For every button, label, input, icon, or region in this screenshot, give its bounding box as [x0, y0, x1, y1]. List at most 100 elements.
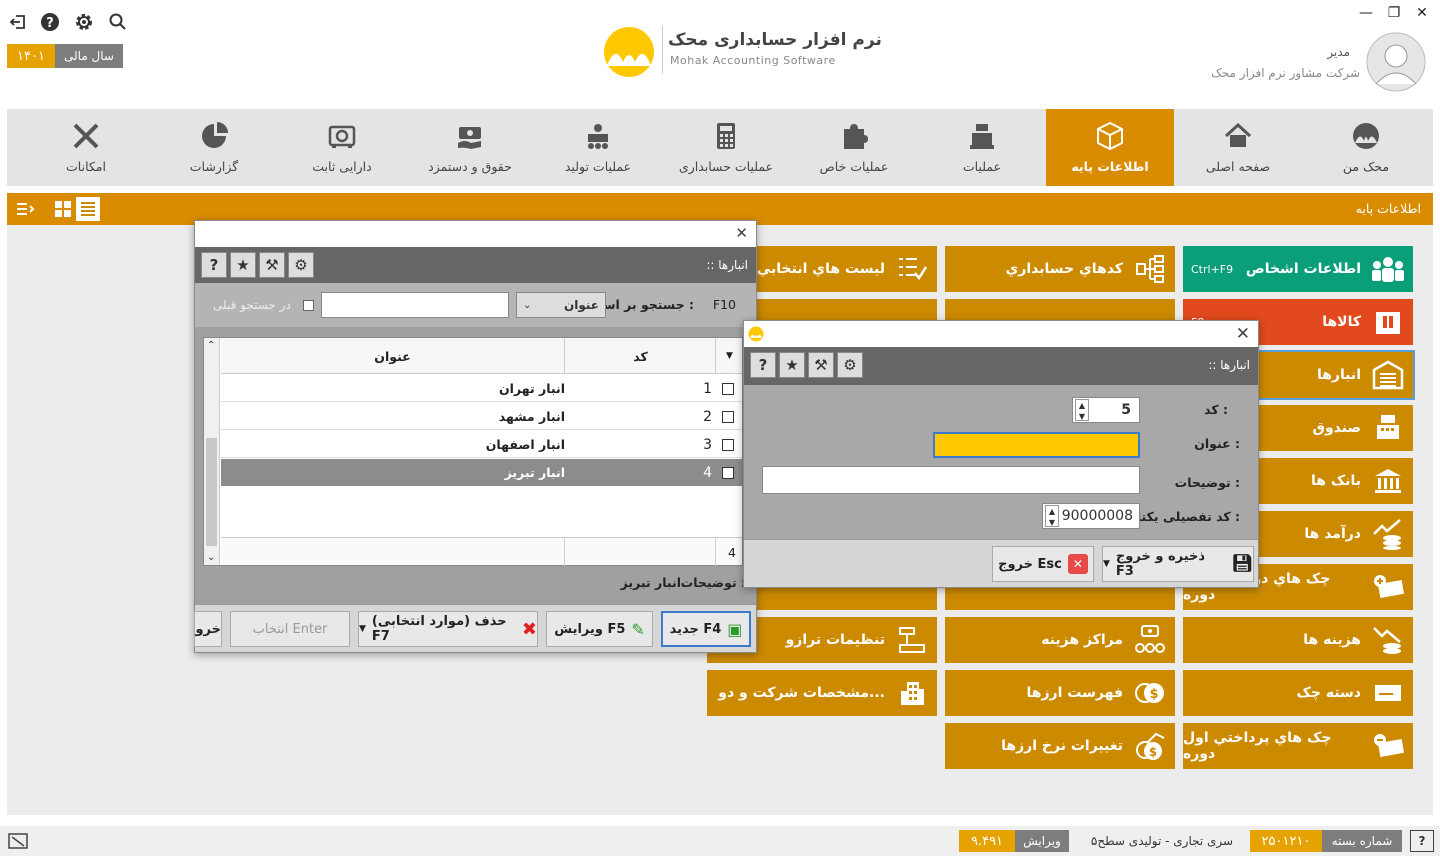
detail-code-stepper[interactable]: 90000008 ▲ ▼ [1042, 503, 1140, 529]
tile-accounting-codes[interactable]: کدهاي حسابداري [945, 246, 1175, 292]
stepper-arrows-icon[interactable]: ▲ ▼ [1045, 505, 1059, 527]
menu-base-info[interactable]: اطلاعات پایه [1046, 109, 1174, 186]
cashbox-icon [1371, 411, 1405, 445]
svg-text:$: $ [1149, 745, 1157, 759]
tile-expenses[interactable]: هزينه ها [1183, 617, 1413, 663]
menu-reports[interactable]: گزارشات [150, 109, 278, 186]
fiscal-year-box[interactable]: ۱۴۰۱ سال مالی [7, 44, 123, 68]
settings-gear-icon[interactable]: ⚙ [288, 252, 314, 278]
grid-header: عنوان کد ▼ [221, 338, 742, 374]
tools-icon[interactable]: ⚒ [259, 252, 285, 278]
delete-label: حذف (موارد انتخابی) F7 [371, 614, 507, 644]
minimize-window-button[interactable]: — [1356, 5, 1376, 21]
avatar[interactable] [1366, 32, 1426, 92]
list-view-icon[interactable] [76, 197, 100, 221]
settings-gear-icon[interactable]: ⚙ [837, 352, 863, 378]
menu-production-operations[interactable]: عملیات تولید [534, 109, 662, 186]
title-input[interactable] [933, 432, 1140, 458]
delete-button[interactable]: ▼ حذف (موارد انتخابی) F7 ✖ [358, 611, 538, 647]
row-checkbox[interactable] [722, 411, 734, 423]
menu-operations[interactable]: عملیات [918, 109, 1046, 186]
section-title: اطلاعات پایه [1355, 201, 1421, 216]
search-field-select[interactable]: ⌄ عنوان [516, 292, 606, 318]
save-exit-button[interactable]: ▼ ذخیره و خروج F3 💾︎ [1102, 546, 1254, 582]
help-icon[interactable]: ? [201, 252, 227, 278]
tile-label: صندوق [1312, 420, 1361, 436]
tile-chequebook[interactable]: دسته چک [1183, 670, 1413, 716]
search-icon[interactable] [106, 10, 130, 34]
tile-company-info[interactable]: مشخصات شرکت و دو... [707, 670, 937, 716]
table-row[interactable]: انبار اصفهان 3 [221, 431, 742, 458]
description-label: توضیحات : [1174, 475, 1240, 490]
exit-button[interactable]: خروج Esc ✕ [992, 546, 1094, 582]
status-toggle-icon[interactable] [6, 830, 30, 852]
description-input[interactable] [762, 466, 1140, 494]
code-stepper[interactable]: 5 ▲ ▼ [1072, 397, 1140, 423]
user-name: مدیر [1327, 45, 1350, 59]
help-icon[interactable]: ? [38, 10, 62, 34]
col-code-header[interactable]: کد [566, 338, 716, 374]
scroll-down-icon[interactable]: ⌄ [207, 552, 215, 563]
menu-tools[interactable]: امکانات [22, 109, 150, 186]
cash-register-icon [970, 124, 994, 149]
table-row[interactable]: انبار تهران 1 [221, 375, 742, 402]
row-checkbox[interactable] [722, 383, 734, 395]
tile-paid-cheques[interactable]: چک هاي پرداختي اول دوره [1183, 723, 1413, 769]
bank-icon [1371, 464, 1405, 498]
layout-toggle-icon[interactable] [13, 197, 37, 221]
row-checkbox[interactable] [722, 467, 734, 479]
new-button[interactable]: جدید F4 ▣ [661, 611, 751, 647]
menu-home[interactable]: صفحه اصلی [1174, 109, 1302, 186]
star-icon[interactable]: ★ [230, 252, 256, 278]
menu-label: دارایی ثابت [312, 159, 372, 174]
table-row[interactable]: انبار مشهد 2 [221, 403, 742, 430]
help-icon[interactable]: ? [1410, 830, 1434, 852]
tile-cost-centers[interactable]: مراکز هزینه [945, 617, 1175, 663]
close-window-button[interactable]: ✕ [1412, 5, 1432, 21]
building-icon [895, 676, 929, 710]
search-in-results-checkbox[interactable] [303, 300, 314, 311]
row-checkbox[interactable] [722, 439, 734, 451]
close-icon[interactable]: ✕ [735, 224, 748, 242]
grid-view-icon[interactable] [51, 197, 75, 221]
tools-icon[interactable]: ⚒ [808, 352, 834, 378]
stepper-arrows-icon[interactable]: ▲ ▼ [1075, 399, 1089, 421]
col-title-header[interactable]: عنوان [221, 338, 565, 374]
tile-label: کالاها [1322, 314, 1361, 330]
exit-button[interactable]: خروج [194, 611, 222, 647]
search-input[interactable] [321, 292, 509, 318]
scroll-up-icon[interactable]: ⌃ [207, 340, 215, 351]
menu-special-operations[interactable]: عملیات خاص [790, 109, 918, 186]
checklist-icon [895, 252, 929, 286]
tile-label: ليست هاي انتخابي [756, 261, 885, 277]
close-icon[interactable]: ✕ [1236, 324, 1250, 344]
restore-window-button[interactable]: ❐ [1384, 5, 1404, 21]
tile-label: مراکز هزینه [1041, 632, 1123, 648]
cost-center-icon [1133, 623, 1167, 657]
logout-icon[interactable] [6, 10, 30, 34]
menu-payroll[interactable]: حقوق و دستمزد [406, 109, 534, 186]
cell-title: انبار تهران [499, 381, 565, 396]
vertical-scrollbar[interactable]: ⌃ ⌄ [204, 338, 220, 565]
menu-fixed-assets[interactable]: دارایی ثابت [278, 109, 406, 186]
cheque-in-icon [1372, 570, 1405, 604]
tile-currency-rates[interactable]: تغییرات نرخ ارزها $ [945, 723, 1175, 769]
settings-gear-icon[interactable] [72, 10, 96, 34]
star-icon[interactable]: ★ [779, 352, 805, 378]
main-menu: محک من صفحه اصلی اطلاعات پایه عملیات عمل… [7, 109, 1433, 186]
col-select-header[interactable]: ▼ [717, 338, 742, 374]
help-icon[interactable]: ? [750, 352, 776, 378]
tile-persons[interactable]: Ctrl+F9 اطلاعات اشخاص [1183, 246, 1413, 292]
edit-button[interactable]: ویرایش F5 ✎ [546, 611, 653, 647]
tile-currencies[interactable]: فهرست ارزها $ [945, 670, 1175, 716]
user-company: شرکت مشاور نرم افزار محک [1211, 66, 1360, 80]
menu-label: اطلاعات پایه [1071, 159, 1149, 174]
fiscal-year-label: سال مالی [55, 44, 123, 68]
scroll-thumb[interactable] [206, 438, 217, 546]
description-label: توضیحات : [680, 575, 746, 590]
table-row-selected[interactable]: انبار تبریز 4 [221, 459, 742, 486]
home-icon [1224, 122, 1252, 147]
menu-mohak-man[interactable]: محک من [1302, 109, 1430, 186]
select-button[interactable]: انتخاب Enter [230, 611, 350, 647]
menu-accounting-operations[interactable]: عملیات حسابداری [662, 109, 790, 186]
